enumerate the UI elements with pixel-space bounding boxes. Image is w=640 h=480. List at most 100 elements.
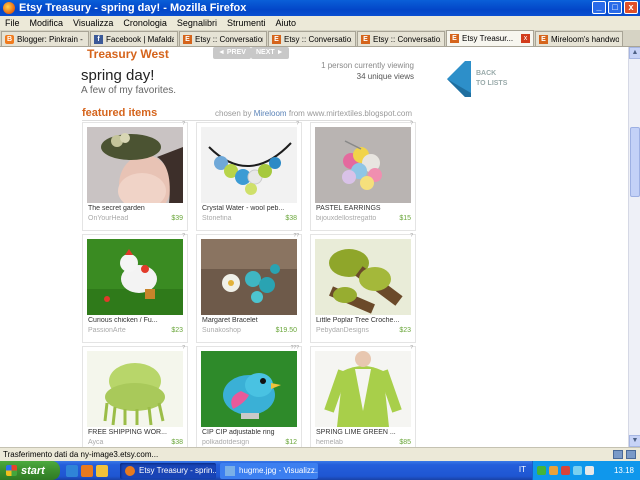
item-name[interactable]: Curious chicken / Fu...	[88, 317, 184, 324]
ie-icon[interactable]	[66, 464, 78, 477]
item-price: $19.50	[275, 327, 297, 334]
item-image[interactable]	[315, 351, 411, 427]
item-name[interactable]: Crystal Water - wool peb...	[202, 205, 298, 212]
list-item[interactable]: ? The secret garden OnYourHead $39	[82, 121, 190, 234]
curator-site-link[interactable]: www.mirtextiles.blogspot.com	[307, 109, 412, 118]
list-item[interactable]: ? PASTEL EARRINGS bijouxdellostregatto $…	[310, 121, 418, 234]
folder-icon[interactable]	[96, 464, 108, 477]
item-shop[interactable]: Sunakoshop	[202, 327, 272, 334]
tab-etsy-conversations-3[interactable]: E Etsy :: Conversatio...	[357, 31, 445, 46]
divider	[82, 120, 412, 121]
list-item[interactable]: ? SPRING LIME GREEN ... hemelab $85	[310, 345, 418, 447]
item-image[interactable]	[87, 351, 183, 427]
windows-logo-icon	[6, 465, 17, 476]
item-image[interactable]	[201, 351, 297, 427]
firefox-icon	[3, 2, 15, 14]
menu-tools[interactable]: Strumenti	[222, 18, 271, 28]
start-label: start	[21, 464, 45, 477]
item-shop[interactable]: Stonefina	[202, 215, 272, 222]
item-image[interactable]	[201, 239, 297, 315]
prev-button[interactable]: ◄ PREV	[213, 47, 251, 59]
chosen-by-label: chosen by	[215, 109, 252, 118]
item-shop[interactable]: PassionArte	[88, 327, 158, 334]
tray-icon[interactable]	[573, 466, 582, 475]
firefox-icon	[125, 465, 135, 476]
status-text: Trasferimento dati da ny-image3.etsy.com…	[3, 450, 159, 459]
page-subtitle: A few of my favorites.	[81, 85, 177, 96]
item-name[interactable]: Little Poplar Tree Croche...	[316, 317, 412, 324]
item-shop[interactable]: OnYourHead	[88, 215, 158, 222]
curator-link[interactable]: Mireloom	[254, 109, 287, 118]
list-item[interactable]: ? Crystal Water - wool peb... Stonefina …	[196, 121, 304, 234]
status-icon	[626, 450, 636, 459]
list-item[interactable]: ? FREE SHIPPING WOR... Ayca $38	[82, 345, 190, 447]
item-image[interactable]	[87, 127, 183, 203]
menu-file[interactable]: File	[0, 18, 25, 28]
tab-etsy-conversations-2[interactable]: E Etsy :: Conversatio...	[268, 31, 356, 46]
menu-history[interactable]: Cronologia	[118, 18, 172, 28]
taskbar-firefox[interactable]: Etsy Treasury - sprin...	[120, 462, 216, 479]
tray-icon[interactable]	[549, 466, 558, 475]
minimize-button[interactable]: _	[592, 1, 606, 14]
tab-label: Facebook | Mafalda ...	[106, 34, 174, 44]
tab-blogger[interactable]: BBlogger: Pinkrain - C...	[1, 31, 89, 46]
start-button[interactable]: start	[0, 461, 60, 480]
window-titlebar: Etsy Treasury - spring day! - Mozilla Fi…	[0, 0, 640, 16]
item-name[interactable]: The secret garden	[88, 205, 184, 212]
item-name[interactable]: CIP CIP adjustable ring	[202, 429, 298, 436]
etsy-icon: E	[539, 34, 548, 44]
item-image[interactable]	[201, 127, 297, 203]
item-image[interactable]	[87, 239, 183, 315]
viewing-count: 1 person currently viewing	[321, 61, 414, 70]
scroll-up-icon[interactable]: ▲	[629, 47, 640, 59]
featured-heading: featured items	[82, 107, 158, 119]
menu-bar: File Modifica Visualizza Cronologia Segn…	[0, 16, 640, 30]
tab-etsy-conversations-1[interactable]: EEtsy :: Conversations	[179, 31, 267, 46]
list-item[interactable]: ? Curious chicken / Fu... PassionArte $2…	[82, 233, 190, 346]
item-price: $38	[171, 439, 183, 446]
tray-icon[interactable]	[537, 466, 546, 475]
tab-mireloom[interactable]: EMireloom's handwov...	[535, 31, 623, 46]
taskbar-image-viewer[interactable]: hugme.jpg - Visualizz...	[220, 462, 318, 479]
item-image[interactable]	[315, 127, 411, 203]
item-name[interactable]: SPRING LIME GREEN ...	[316, 429, 412, 436]
list-item[interactable]: ? Little Poplar Tree Croche... PebydanDe…	[310, 233, 418, 346]
item-name[interactable]: FREE SHIPPING WOR...	[88, 429, 184, 436]
tab-etsy-treasury[interactable]: E Etsy Treasur... x	[446, 30, 534, 46]
tray-icon[interactable]	[561, 466, 570, 475]
item-shop[interactable]: bijouxdellostregatto	[316, 215, 386, 222]
menu-bookmarks[interactable]: Segnalibri	[172, 18, 222, 28]
list-item[interactable]: ??? CIP CIP adjustable ring polkadotdesi…	[196, 345, 304, 447]
menu-edit[interactable]: Modifica	[25, 18, 69, 28]
menu-help[interactable]: Aiuto	[270, 18, 301, 28]
firefox-icon[interactable]	[81, 464, 93, 477]
item-shop[interactable]: hemelab	[316, 439, 386, 446]
close-tab-icon[interactable]: x	[521, 34, 530, 43]
close-button[interactable]: x	[624, 1, 638, 14]
tab-facebook[interactable]: fFacebook | Mafalda ...	[90, 31, 178, 46]
scroll-down-icon[interactable]: ▼	[629, 435, 640, 447]
page-content: Treasury West ◄ PREV NEXT ► spring day! …	[0, 47, 628, 447]
status-icon	[613, 450, 623, 459]
language-indicator[interactable]: IT	[519, 465, 526, 474]
volume-icon[interactable]	[585, 466, 594, 475]
menu-view[interactable]: Visualizza	[68, 18, 118, 28]
item-shop[interactable]: Ayca	[88, 439, 158, 446]
item-name[interactable]: Margaret Bracelet	[202, 317, 298, 324]
item-shop[interactable]: polkadotdesign	[202, 439, 272, 446]
list-item[interactable]: ?? Margaret Bracelet Sunakoshop $19.50	[196, 233, 304, 346]
etsy-icon: E	[183, 34, 192, 44]
vertical-scrollbar[interactable]: ▲ ▼	[628, 47, 640, 447]
back-to-lists-button[interactable]: BACK TO LISTS	[445, 59, 507, 99]
item-name[interactable]: PASTEL EARRINGS	[316, 205, 412, 212]
tab-bar: BBlogger: Pinkrain - C... fFacebook | Ma…	[0, 30, 640, 47]
system-tray: 13.18	[532, 461, 640, 480]
item-image[interactable]	[315, 239, 411, 315]
treasury-title[interactable]: Treasury West	[87, 47, 169, 61]
tab-label: Mireloom's handwov...	[551, 34, 619, 44]
image-viewer-icon	[225, 465, 235, 476]
next-button[interactable]: NEXT ►	[251, 47, 289, 59]
item-shop[interactable]: PebydanDesigns	[316, 327, 386, 334]
maximize-button[interactable]: □	[608, 1, 622, 14]
scroll-thumb[interactable]	[630, 127, 640, 197]
